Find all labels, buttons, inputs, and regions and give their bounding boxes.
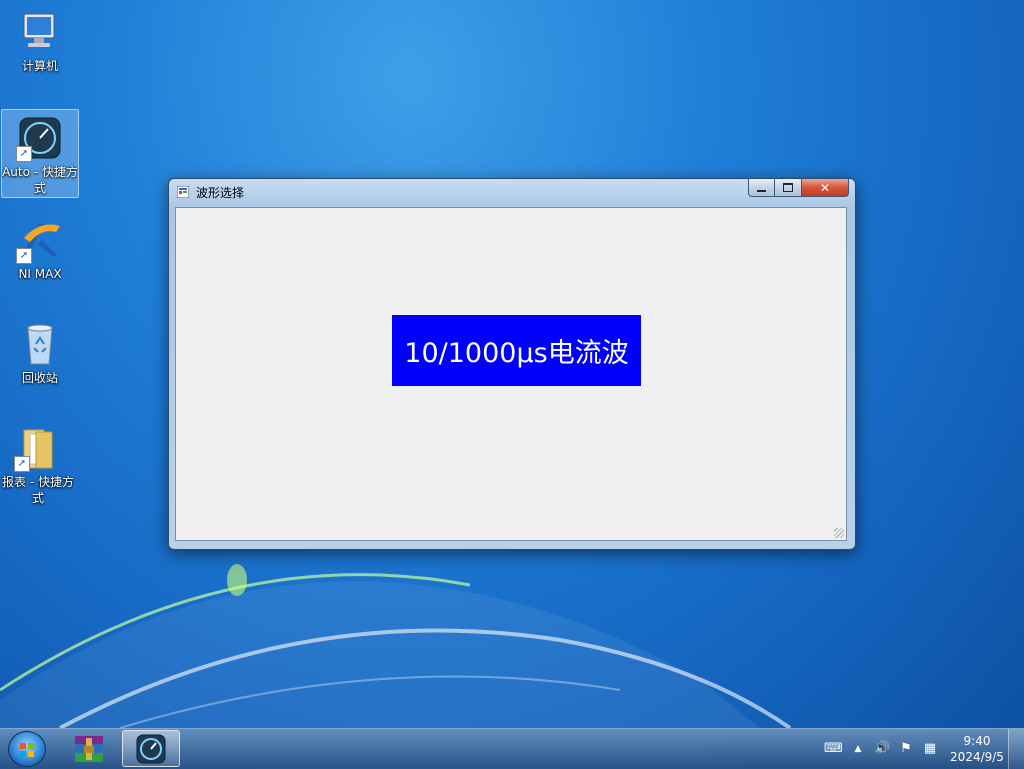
keyboard-icon[interactable]: ⌨ <box>824 741 843 757</box>
taskbar-item-winrar[interactable] <box>60 730 118 767</box>
waveform-select-window: 波形选择 ✕ 10/1000μs电流波 <box>168 178 856 550</box>
desktop-icon-label: NI MAX <box>18 267 62 281</box>
desktop-icon-label: 回收站 <box>21 371 58 385</box>
desktop-icon-report[interactable]: ➚ 报表 - 快捷方式 <box>0 420 76 506</box>
clock[interactable]: 9:40 2024/9/5 <box>942 733 1012 765</box>
folder-icon: ➚ <box>14 424 62 472</box>
recycle-bin-icon <box>16 320 64 368</box>
ni-max-icon: ➚ <box>16 216 64 264</box>
wave-select-button[interactable]: 10/1000μs电流波 <box>392 315 641 386</box>
app-form-icon <box>177 186 189 198</box>
maximize-icon <box>783 183 793 192</box>
windows-logo-icon <box>20 743 34 757</box>
desktop-icon-auto[interactable]: ➚ Auto - 快捷方式 <box>1 109 79 198</box>
volume-icon[interactable]: 🔊 <box>874 741 890 757</box>
window-client-area: 10/1000μs电流波 <box>175 207 847 541</box>
desktop-icon-computer[interactable]: 计算机 <box>2 4 78 74</box>
shortcut-arrow-icon: ➚ <box>14 456 30 472</box>
start-button[interactable] <box>8 731 46 767</box>
show-hidden-icons-icon[interactable]: ▲ <box>850 741 866 757</box>
desktop-icon-label: Auto - 快捷方式 <box>2 165 78 195</box>
clock-date: 2024/9/5 <box>950 750 1004 764</box>
minimize-icon <box>757 189 766 192</box>
network-icon[interactable]: ▦ <box>922 741 938 757</box>
window-title: 波形选择 <box>196 186 245 200</box>
taskbar-item-auto[interactable] <box>122 730 180 767</box>
desktop-icon-recycle-bin[interactable]: 回收站 <box>2 316 78 386</box>
action-center-flag-icon[interactable]: ⚑ <box>898 741 914 757</box>
speedometer-icon <box>136 734 166 763</box>
title-bar[interactable]: 波形选择 ✕ <box>169 179 855 205</box>
desktop-icon-ni-max[interactable]: ➚ NI MAX <box>2 212 78 282</box>
taskbar: ⌨ ▲ 🔊 ⚑ ▦ 9:40 2024/9/5 <box>0 728 1024 769</box>
maximize-button[interactable] <box>775 179 802 197</box>
speedometer-icon: ➚ <box>16 114 64 162</box>
show-desktop-button[interactable] <box>1008 729 1024 769</box>
shortcut-arrow-icon: ➚ <box>16 146 32 162</box>
minimize-button[interactable] <box>748 179 775 197</box>
clock-time: 9:40 <box>963 734 991 748</box>
system-tray: ⌨ ▲ 🔊 ⚑ ▦ 9:40 2024/9/5 <box>784 729 1024 769</box>
close-button[interactable]: ✕ <box>802 179 849 197</box>
desktop-icon-label: 报表 - 快捷方式 <box>2 475 74 505</box>
resize-grip[interactable] <box>834 528 844 538</box>
shortcut-arrow-icon: ➚ <box>16 248 32 264</box>
desktop-icon-label: 计算机 <box>21 59 58 73</box>
winrar-icon <box>75 735 103 762</box>
computer-icon <box>16 8 64 56</box>
close-icon: ✕ <box>819 180 831 195</box>
